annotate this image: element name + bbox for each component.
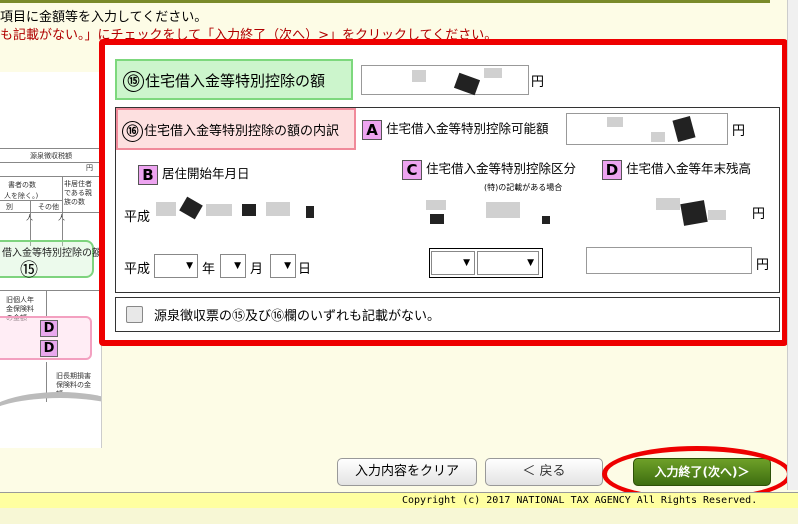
slip-box-15-number: ⑮ — [20, 260, 38, 281]
input-area-frame: ⑮ 住宅借入金等特別控除の額 円 ⑯ 住宅借入金等特別控除の額の内訳 A 住宅借入金… — [99, 39, 788, 346]
tag-b: B — [138, 164, 158, 185]
slip-dependents: 書者の数 — [8, 181, 36, 189]
tag-a: A — [362, 119, 382, 140]
back-button[interactable]: ＜ 戻る — [485, 458, 603, 486]
field-b-day-unit: 日 — [298, 262, 312, 277]
instruction-line-1: 項目に金額等を入力してください。 — [0, 10, 208, 25]
section-16-label: 住宅借入金等特別控除の額の内訳 — [144, 124, 340, 139]
slip-betsu: 別 — [6, 203, 13, 211]
field-b-month-select[interactable]: ▼ — [220, 254, 246, 278]
section-15-label: 住宅借入金等特別控除の額 — [145, 72, 326, 90]
slip-box-15-label: 借入金等特別控除の額 — [2, 248, 102, 259]
field-d-label: 住宅借入金等年末残高 — [625, 161, 751, 176]
slip-box-d: D D — [0, 316, 92, 360]
field-c-label: 住宅借入金等特別控除区分 — [425, 161, 576, 176]
scrollbar[interactable] — [787, 0, 798, 490]
field-b-day-select[interactable]: ▼ — [270, 254, 296, 278]
field-c-select-2[interactable]: ▼ — [477, 251, 539, 275]
bottom-bar — [0, 508, 798, 524]
field-d-yen: 円 — [756, 258, 770, 273]
field-b-month-unit: 月 — [250, 262, 264, 277]
chevron-down-icon: ▼ — [284, 261, 291, 271]
tag-d: D — [602, 159, 622, 180]
slip-d-tag-1: D — [40, 320, 58, 337]
chevron-down-icon: ▼ — [234, 261, 241, 271]
slip-yen: 円 — [86, 164, 93, 172]
field-c-note: (特)の記載がある場合 — [484, 183, 563, 192]
field-d-label-wrap: D 住宅借入金等年末残高 — [602, 158, 751, 180]
field-a-input[interactable] — [566, 113, 728, 145]
field-d-prefilled-value — [646, 196, 746, 226]
section-15-label-box: ⑮ 住宅借入金等特別控除の額 — [115, 59, 353, 100]
field-b-label: 居住開始年月日 — [161, 166, 250, 181]
top-border — [0, 0, 770, 3]
field-c-selects: ▼ ▼ — [429, 248, 543, 278]
slip-box-15: 借入金等特別控除の額 ⑮ — [0, 240, 101, 281]
field-d-prefilled-yen: 円 — [752, 207, 766, 222]
chevron-down-icon: ▼ — [527, 258, 534, 268]
section-15-number: ⑮ — [123, 71, 144, 92]
field-c-select-1[interactable]: ▼ — [431, 251, 475, 275]
tag-c: C — [402, 159, 422, 180]
field-c-prefilled-value — [426, 198, 556, 228]
field-b-label-wrap: B 居住開始年月日 — [138, 163, 250, 185]
section-16-number: ⑯ — [122, 121, 143, 142]
no-entry-checkbox[interactable] — [126, 306, 143, 323]
field-a-yen: 円 — [732, 124, 746, 139]
section-15-amount-input[interactable] — [361, 65, 529, 96]
slip-header: 源泉徴収税額 — [30, 152, 72, 160]
chevron-down-icon: ▼ — [463, 258, 470, 268]
withholding-slip-image: 源泉徴収税額 円 書者の数 人を除く。) 非居住者である親族の数 別 その他 人… — [0, 72, 102, 448]
clear-input-button[interactable]: 入力内容をクリア — [337, 458, 477, 486]
slip-nonresident: 非居住者である親族の数 — [64, 180, 92, 206]
field-a-label: 住宅借入金等特別控除可能額 — [385, 121, 549, 136]
section-15-row: ⑮ 住宅借入金等特別控除の額 円 — [115, 59, 780, 103]
slip-curl — [0, 392, 101, 448]
no-entry-checkbox-label: 源泉徴収票の⑮及び⑯欄のいずれも記載がない。 — [154, 309, 441, 324]
section-15-yen: 円 — [531, 75, 545, 90]
field-b-prefilled-value — [156, 196, 316, 226]
field-a-label-wrap: A 住宅借入金等特別控除可能額 — [362, 118, 549, 140]
section-16-label-box: ⑯ 住宅借入金等特別控除の額の内訳 — [116, 108, 356, 150]
field-b-era-prefilled: 平成 — [124, 210, 151, 225]
no-entry-checkbox-row: 源泉徴収票の⑮及び⑯欄のいずれも記載がない。 — [115, 297, 780, 332]
section-16-panel: ⑯ 住宅借入金等特別控除の額の内訳 A 住宅借入金等特別控除可能額 円 B 居住開… — [115, 107, 780, 293]
slip-other: その他 — [38, 203, 59, 211]
field-b-year-unit: 年 — [202, 262, 216, 277]
field-b-year-select[interactable]: ▼ — [154, 254, 198, 278]
copyright-footer: Copyright (c) 2017 NATIONAL TAX AGENCY A… — [0, 492, 798, 508]
chevron-down-icon: ▼ — [186, 261, 193, 271]
field-b-era: 平成 — [124, 262, 151, 277]
field-c-label-wrap: C 住宅借入金等特別控除区分 — [402, 158, 576, 180]
field-d-input[interactable] — [586, 247, 752, 274]
slip-d-tag-2: D — [40, 340, 58, 357]
